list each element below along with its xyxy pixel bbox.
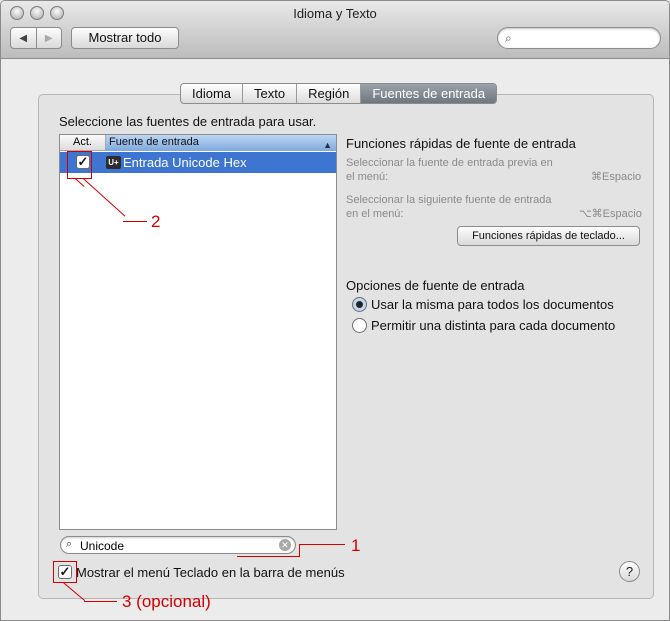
- sort-ascending-icon: ▲: [323, 140, 332, 150]
- search-icon: ⌕: [66, 538, 73, 550]
- annotation-line-1b: [237, 556, 300, 557]
- prev-source-label-line1: Seleccionar la fuente de entrada previa …: [346, 157, 553, 169]
- search-icon: ⌕: [505, 31, 512, 45]
- window-title: Idioma y Texto: [293, 6, 377, 21]
- options-heading: Opciones de fuente de entrada: [346, 278, 525, 293]
- same-for-all-label: Usar la misma para todos los documentos: [371, 297, 614, 312]
- show-all-button[interactable]: Mostrar todo: [71, 27, 179, 49]
- help-button[interactable]: ?: [619, 561, 640, 582]
- next-source-label-line1: Seleccionar la siguiente fuente de entra…: [346, 194, 552, 206]
- title-bar: Idioma y Texto ◀ ▶ Mostrar todo ⌕: [1, 1, 669, 59]
- tab-input-sources[interactable]: Fuentes de entrada: [360, 84, 497, 103]
- annotation-line-1c: [299, 544, 345, 545]
- column-header-source-label: Fuente de entrada: [109, 136, 199, 148]
- source-label: Entrada Unicode Hex: [123, 155, 247, 170]
- tab-idioma[interactable]: Idioma: [181, 84, 242, 103]
- window: Idioma y Texto ◀ ▶ Mostrar todo ⌕ Idioma…: [0, 0, 670, 621]
- annotation-label-2: 2: [151, 212, 161, 231]
- forward-arrow-icon[interactable]: ▶: [35, 28, 62, 48]
- annotation-label-1: 1: [351, 536, 361, 555]
- shortcuts-heading: Funciones rápidas de fuente de entrada: [346, 136, 576, 151]
- prev-source-shortcut: ⌘Espacio: [591, 171, 642, 183]
- annotation-line-1a: [299, 544, 300, 556]
- annotation-box-2: [67, 151, 92, 179]
- tab-texto[interactable]: Texto: [242, 84, 296, 103]
- search-value: Unicode: [80, 539, 125, 553]
- column-header-active[interactable]: Act.: [60, 135, 106, 151]
- tab-region[interactable]: Región: [296, 84, 360, 103]
- sources-heading: Seleccione las fuentes de entrada para u…: [59, 114, 317, 129]
- same-for-all-radio[interactable]: [352, 297, 367, 312]
- per-document-label: Permitir una distinta para cada document…: [371, 318, 616, 333]
- next-source-label-line2: en el menú:: [346, 208, 404, 220]
- back-arrow-icon[interactable]: ◀: [11, 28, 36, 48]
- clear-search-icon[interactable]: ✕: [279, 539, 291, 551]
- keyboard-shortcuts-button[interactable]: Funciones rápidas de teclado...: [457, 226, 640, 246]
- annotation-line-3b: [84, 601, 117, 602]
- list-item[interactable]: ✓ U+ Entrada Unicode Hex: [60, 152, 336, 173]
- prev-source-label-line2: el menú:: [346, 171, 389, 183]
- annotation-box-3: [53, 561, 77, 583]
- annotation-line-2c: [123, 221, 147, 222]
- show-keyboard-menu-label: Mostrar el menú Teclado en la barra de m…: [76, 565, 345, 580]
- unicode-hex-icon: U+: [106, 156, 121, 169]
- sources-search-field[interactable]: ⌕ Unicode ✕: [60, 536, 296, 554]
- annotation-label-3: 3 (opcional): [122, 592, 211, 611]
- column-header-source[interactable]: Fuente de entrada ▲: [106, 135, 336, 151]
- next-source-shortcut: ⌥⌘Espacio: [579, 208, 642, 220]
- list-header: Act. Fuente de entrada ▲: [60, 135, 336, 151]
- tab-bar: Idioma Texto Región Fuentes de entrada: [180, 83, 498, 104]
- preferences-search-field[interactable]: ⌕: [497, 27, 661, 49]
- back-forward-control[interactable]: ◀ ▶: [10, 27, 62, 49]
- per-document-radio[interactable]: [352, 318, 367, 333]
